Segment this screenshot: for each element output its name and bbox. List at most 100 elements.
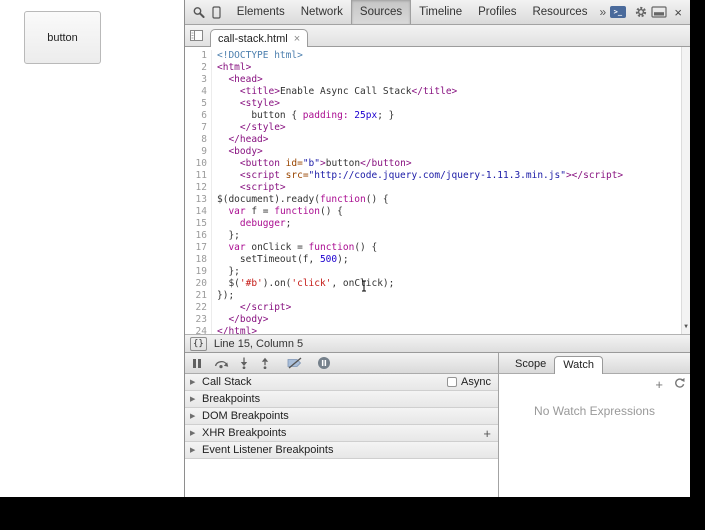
panel-tab-timeline[interactable]: Timeline <box>411 0 470 24</box>
code-line-4: <title>Enable Async Call Stack</title> <box>239 86 458 97</box>
code-editor[interactable]: 1 2 3 4 5 6 7 8 9 10 11 12 13 14 15 16 17 18 19 20 21 22 23 24 … <box>185 47 690 334</box>
async-checkbox[interactable] <box>447 377 458 387</box>
file-tab-bar: call-stack.html × <box>185 25 690 47</box>
sidebar-tab-scope[interactable]: Scope <box>507 356 554 373</box>
line-number[interactable]: 7 <box>185 122 207 134</box>
devtools-toolbar: Elements Network Sources Timeline Profiles Re… <box>185 0 690 25</box>
section-dom-breakpoints[interactable]: ▶ DOM Breakpoints <box>185 408 498 425</box>
step-over-icon[interactable] <box>213 355 229 371</box>
section-label: Call Stack <box>202 376 252 388</box>
code-line-10: <button id="b">button</button> <box>239 158 412 169</box>
line-number[interactable]: 16 <box>185 230 207 242</box>
debugger-sections: ▶ Call Stack Async ▶ Breakpoints ▶ DOM Breakpo… <box>185 374 498 459</box>
panel-tab-sources[interactable]: Sources <box>350 0 412 24</box>
panel-tab-resources[interactable]: Resources <box>524 0 595 24</box>
line-number[interactable]: 1 <box>185 50 207 62</box>
line-number[interactable]: 19 <box>185 266 207 278</box>
watch-empty-text: No Watch Expressions <box>534 404 655 418</box>
file-tab-close-icon[interactable]: × <box>294 33 300 45</box>
rendered-page: button <box>0 0 184 497</box>
line-number[interactable]: 15 <box>185 218 207 230</box>
code-line-5: <style> <box>239 98 280 109</box>
step-out-icon[interactable] <box>259 355 271 371</box>
page-button[interactable]: button <box>24 11 101 64</box>
code-line-21: }); <box>217 290 235 301</box>
line-number[interactable]: 21 <box>185 290 207 302</box>
add-xhr-breakpoint-icon[interactable]: + <box>483 427 491 440</box>
panel-tab-profiles[interactable]: Profiles <box>470 0 524 24</box>
line-number[interactable]: 14 <box>185 206 207 218</box>
line-number[interactable]: 3 <box>185 74 207 86</box>
code-line-3: <head> <box>228 74 263 85</box>
line-number[interactable]: 18 <box>185 254 207 266</box>
file-tab[interactable]: call-stack.html × <box>210 29 309 47</box>
code-line-2: <html> <box>217 62 252 73</box>
section-xhr-breakpoints[interactable]: ▶ XHR Breakpoints + <box>185 425 498 442</box>
devtools-panel: Elements Network Sources Timeline Profiles Re… <box>184 0 690 497</box>
step-into-icon[interactable] <box>238 355 250 371</box>
editor-status-bar: {} Line 15, Column 5 <box>185 334 690 353</box>
deactivate-breakpoints-icon[interactable] <box>287 355 303 371</box>
line-number[interactable]: 10 <box>185 158 207 170</box>
panel-tab-elements[interactable]: Elements <box>229 0 293 24</box>
section-breakpoints[interactable]: ▶ Breakpoints <box>185 391 498 408</box>
dock-window-icon[interactable] <box>650 3 667 21</box>
code-line-14: var f = function() { <box>228 206 343 217</box>
line-number[interactable]: 17 <box>185 242 207 254</box>
console-toggle-icon[interactable]: >_ <box>610 6 626 18</box>
section-label: Breakpoints <box>202 393 261 405</box>
file-tab-label: call-stack.html <box>218 33 288 45</box>
code-line-11: <script src="http://code.jquery.com/jque… <box>239 170 624 181</box>
code-line-19: }; <box>217 266 240 277</box>
disclosure-triangle-icon: ▶ <box>190 447 196 454</box>
screen: button Elements Network Sources Timeline Pro… <box>0 0 705 530</box>
section-label: Event Listener Breakpoints <box>202 444 334 456</box>
code-line-12: <script> <box>239 182 286 193</box>
search-icon[interactable] <box>190 3 207 21</box>
section-call-stack[interactable]: ▶ Call Stack Async <box>185 374 498 391</box>
line-number[interactable]: 8 <box>185 134 207 146</box>
line-number[interactable]: 20 <box>185 278 207 290</box>
code-lines: <!DOCTYPE html> <html> <head> <title>Enab… <box>217 50 690 334</box>
line-number[interactable]: 11 <box>185 170 207 182</box>
code-line-15: debugger; <box>239 218 292 229</box>
sidebar-tab-watch[interactable]: Watch <box>554 356 603 374</box>
panel-tabs: Elements Network Sources Timeline Profiles Re… <box>229 0 596 24</box>
code-line-8: </head> <box>228 134 269 145</box>
line-number[interactable]: 9 <box>185 146 207 158</box>
devtools-close-icon[interactable]: × <box>671 5 685 20</box>
line-number[interactable]: 12 <box>185 182 207 194</box>
scroll-down-icon[interactable]: ▼ <box>682 321 690 333</box>
navigator-toggle-icon[interactable] <box>190 30 203 41</box>
code-line-16: }; <box>217 230 240 241</box>
code-line-24: </html> <box>217 326 258 334</box>
sidebar-tabs: Scope Watch <box>507 356 603 374</box>
line-number[interactable]: 2 <box>185 62 207 74</box>
device-emulation-icon[interactable] <box>207 3 224 21</box>
pause-script-icon[interactable] <box>193 355 201 371</box>
settings-gear-icon[interactable] <box>633 3 650 21</box>
section-event-listener-breakpoints[interactable]: ▶ Event Listener Breakpoints <box>185 442 498 459</box>
gutter: 1 2 3 4 5 6 7 8 9 10 11 12 13 14 15 16 17 18 19 20 21 22 23 24 <box>185 50 212 334</box>
line-number[interactable]: 6 <box>185 110 207 122</box>
pause-on-exceptions-icon[interactable] <box>317 355 331 371</box>
refresh-watch-icon[interactable] <box>673 377 685 392</box>
line-number[interactable]: 5 <box>185 98 207 110</box>
line-number[interactable]: 22 <box>185 302 207 314</box>
code-line-1: <!DOCTYPE html> <box>217 50 303 61</box>
line-number[interactable]: 24 <box>185 326 207 334</box>
overflow-chevron-icon[interactable]: » <box>595 5 610 19</box>
code-line-13: $(document).ready(function() { <box>217 194 389 205</box>
pretty-print-button[interactable]: {} <box>190 336 207 351</box>
line-number[interactable]: 23 <box>185 314 207 326</box>
line-number[interactable]: 4 <box>185 86 207 98</box>
editor-scrollbar[interactable]: ▼ <box>681 47 690 334</box>
code-line-17: var onClick = function() { <box>228 242 378 253</box>
debugger-pane: ▶ Call Stack Async ▶ Breakpoints ▶ DOM Breakpo… <box>185 353 498 497</box>
panel-tab-network[interactable]: Network <box>293 0 351 24</box>
code-line-23: </body> <box>228 314 269 325</box>
code-line-6: button { padding: 25px; } <box>217 110 395 121</box>
add-watch-icon[interactable]: + <box>655 378 663 391</box>
disclosure-triangle-icon: ▶ <box>190 396 196 403</box>
line-number[interactable]: 13 <box>185 194 207 206</box>
